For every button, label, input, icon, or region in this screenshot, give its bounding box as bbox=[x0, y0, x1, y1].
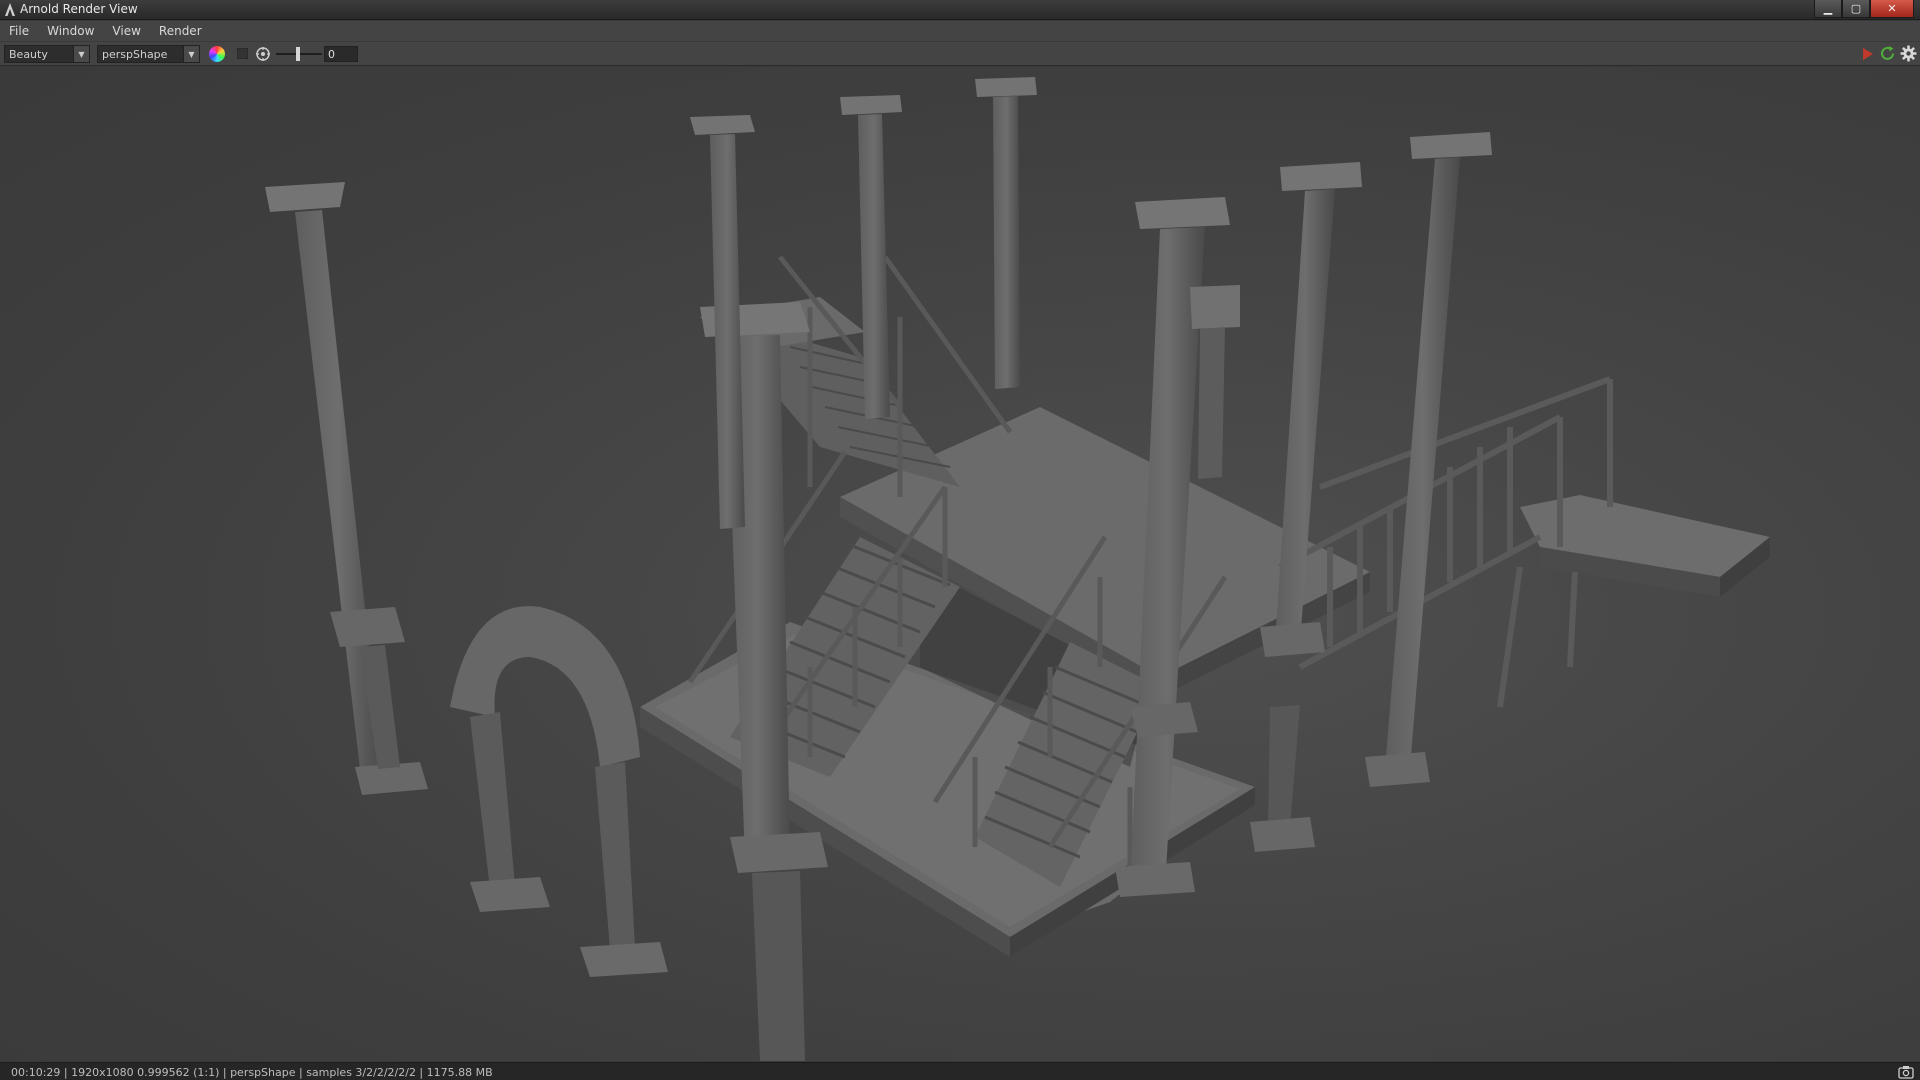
camera-dropdown-value: perspShape bbox=[102, 48, 168, 61]
menu-render[interactable]: Render bbox=[150, 24, 211, 38]
render-viewport[interactable] bbox=[0, 67, 1920, 1061]
minimize-icon: ▁ bbox=[1823, 2, 1833, 15]
menu-view[interactable]: View bbox=[103, 24, 149, 38]
menu-window[interactable]: Window bbox=[38, 24, 103, 38]
exposure-slider-handle[interactable] bbox=[296, 47, 300, 61]
close-icon: ✕ bbox=[1887, 2, 1897, 15]
arnold-a-icon bbox=[5, 3, 15, 16]
channel-toggle-button[interactable] bbox=[237, 48, 248, 59]
color-channels-icon[interactable] bbox=[209, 46, 225, 62]
aov-dropdown[interactable]: Beauty ▼ bbox=[4, 45, 90, 63]
exposure-value-field[interactable]: 0 bbox=[324, 46, 358, 62]
exposure-icon[interactable] bbox=[255, 46, 271, 62]
render-status-text: 00:10:29 | 1920x1080 0.999562 (1:1) | pe… bbox=[11, 1066, 493, 1079]
render-image bbox=[265, 77, 1770, 1061]
menu-file[interactable]: File bbox=[0, 24, 38, 38]
status-bar: 00:10:29 | 1920x1080 0.999562 (1:1) | pe… bbox=[0, 1062, 1920, 1080]
maximize-icon: ▢ bbox=[1850, 2, 1862, 15]
title-bar: Arnold Render View ▁ ▢ ✕ bbox=[0, 0, 1920, 20]
gear-icon[interactable] bbox=[1900, 45, 1917, 62]
window-title: Arnold Render View bbox=[20, 2, 138, 16]
close-button[interactable]: ✕ bbox=[1870, 0, 1914, 18]
aov-dropdown-value: Beauty bbox=[9, 48, 48, 61]
chevron-down-icon: ▼ bbox=[73, 46, 89, 62]
camera-snapshot-icon[interactable] bbox=[1898, 1065, 1914, 1079]
right-bridge bbox=[1278, 376, 1613, 708]
minimize-button[interactable]: ▁ bbox=[1814, 0, 1842, 18]
render-play-icon[interactable] bbox=[1862, 47, 1874, 61]
window-controls: ▁ ▢ ✕ bbox=[1814, 0, 1914, 18]
maximize-button[interactable]: ▢ bbox=[1842, 0, 1870, 18]
chevron-down-icon: ▼ bbox=[183, 46, 199, 62]
refresh-render-icon[interactable] bbox=[1879, 45, 1896, 62]
camera-dropdown[interactable]: perspShape ▼ bbox=[97, 45, 200, 63]
menu-bar: File Window View Render bbox=[0, 21, 1920, 41]
